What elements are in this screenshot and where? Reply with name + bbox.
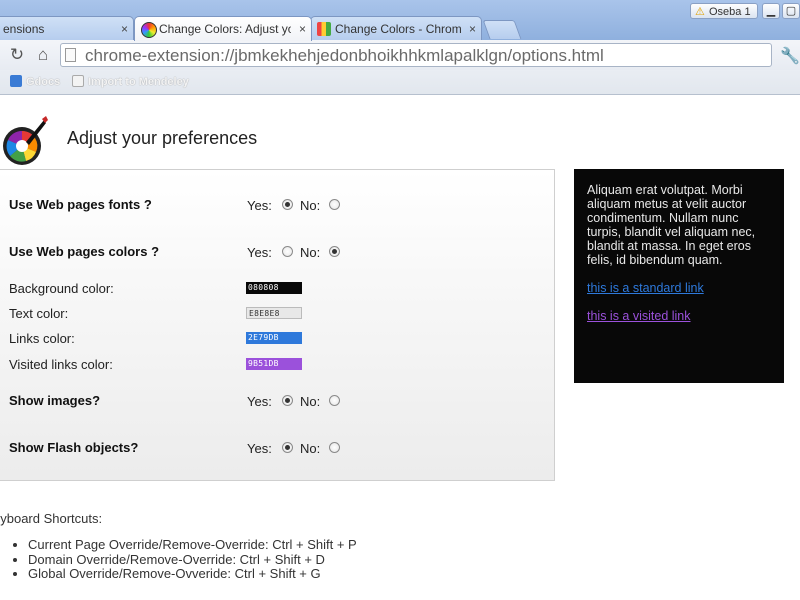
url-text: chrome-extension://jbmkekhehjedonbhoikhh… — [85, 46, 604, 65]
flash-no-radio[interactable] — [329, 442, 340, 453]
reload-icon[interactable]: ↻ — [8, 46, 26, 64]
yes-label: Yes: — [247, 394, 272, 409]
yes-label: Yes: — [247, 441, 272, 456]
visited-links-color-label: Visited links color: — [9, 357, 113, 372]
flash-question: Show Flash objects? — [9, 440, 139, 455]
bookmark-import-to-mendeley[interactable]: Import to Mendeley — [72, 74, 189, 90]
background-color-input[interactable]: 080808 — [246, 282, 302, 294]
yes-label: Yes: — [247, 245, 272, 260]
bookmark-gdocs[interactable]: Gdocs — [10, 74, 60, 90]
colors-no-radio[interactable] — [329, 246, 340, 257]
preferences-panel: Use Web pages fonts ? Yes: No: Use Web p… — [0, 169, 555, 481]
new-tab-button[interactable] — [482, 20, 522, 39]
color-wheel-icon — [141, 22, 157, 38]
links-color-input[interactable]: 2E79DB — [246, 332, 302, 344]
tab-extensions[interactable]: ensions × — [0, 16, 134, 40]
preview-visited-link[interactable]: this is a visited link — [587, 309, 771, 323]
color-preview-box: Aliquam erat volutpat. Morbi aliquam met… — [574, 169, 784, 383]
preview-standard-link[interactable]: this is a standard link — [587, 281, 771, 295]
color-picker-logo-icon — [3, 116, 48, 165]
chrome-web-store-icon — [317, 22, 331, 36]
minimize-button[interactable]: ▁ — [762, 3, 780, 19]
text-color-input[interactable]: E8E8E8 — [246, 307, 302, 319]
toolbar: ↻ ⌂ chrome-extension://jbmkekhehjedonbho… — [0, 40, 800, 70]
keyboard-shortcuts-heading: eyboard Shortcuts: — [0, 511, 103, 526]
colors-yes-radio[interactable] — [282, 246, 293, 257]
shortcut-item: Global Override/Remove-Ovveride: Ctrl + … — [28, 566, 357, 582]
page-icon — [65, 48, 76, 62]
tab-change-colors-webstore[interactable]: Change Colors - Chrome × — [310, 16, 482, 40]
shortcut-item: Current Page Override/Remove-Override: C… — [28, 537, 357, 553]
profile-button[interactable]: ⚠ Oseba 1 — [690, 3, 758, 19]
shortcut-item: Domain Override/Remove-Override: Ctrl + … — [28, 552, 357, 568]
fonts-no-radio[interactable] — [329, 199, 340, 210]
page-title: Adjust your preferences — [67, 128, 258, 148]
links-color-label: Links color: — [9, 331, 75, 346]
no-label: No: — [300, 245, 321, 260]
fonts-yes-radio[interactable] — [282, 199, 293, 210]
wrench-menu-icon[interactable]: 🔧 — [780, 46, 800, 66]
colors-question: Use Web pages colors ? — [9, 244, 160, 259]
bookmark-label: Gdocs — [26, 76, 61, 88]
images-question: Show images? — [9, 393, 101, 408]
background-color-label: Background color: — [9, 281, 114, 296]
flash-yes-radio[interactable] — [282, 442, 293, 453]
address-bar[interactable]: chrome-extension://jbmkekhehjedonbhoikhh… — [60, 43, 772, 67]
close-icon[interactable]: × — [469, 17, 476, 40]
text-color-label: Text color: — [9, 306, 69, 321]
page-icon — [72, 75, 84, 87]
maximize-button[interactable]: ▢ — [782, 3, 800, 19]
warning-icon: ⚠ — [695, 6, 705, 18]
tab-change-colors-options[interactable]: Change Colors: Adjust yo × — [134, 16, 312, 41]
home-icon[interactable]: ⌂ — [34, 46, 52, 64]
visited-links-color-input[interactable]: 9B51DB — [246, 358, 302, 370]
preview-text: Aliquam erat volutpat. Morbi aliquam met… — [587, 183, 756, 267]
tab-label: Change Colors - Chrome — [335, 22, 461, 36]
yes-label: Yes: — [247, 198, 272, 213]
images-no-radio[interactable] — [329, 395, 340, 406]
title-bar: ensions × Change Colors: Adjust yo × Cha… — [0, 0, 800, 41]
fonts-question: Use Web pages fonts ? — [9, 197, 152, 212]
tab-label: Change Colors: Adjust yo — [159, 22, 291, 36]
close-icon[interactable]: × — [299, 17, 306, 41]
close-icon[interactable]: × — [121, 17, 128, 40]
tab-label: ensions — [3, 22, 45, 36]
no-label: No: — [300, 441, 321, 456]
images-yes-radio[interactable] — [282, 395, 293, 406]
profile-name: Oseba 1 — [709, 6, 751, 18]
keyboard-shortcuts-list: Current Page Override/Remove-Override: C… — [10, 537, 357, 582]
no-label: No: — [300, 198, 321, 213]
bookmark-label: Import to Mendeley — [88, 76, 189, 88]
bookmarks-bar: Gdocs Import to Mendeley — [0, 70, 800, 95]
gdocs-icon — [10, 75, 22, 87]
no-label: No: — [300, 394, 321, 409]
